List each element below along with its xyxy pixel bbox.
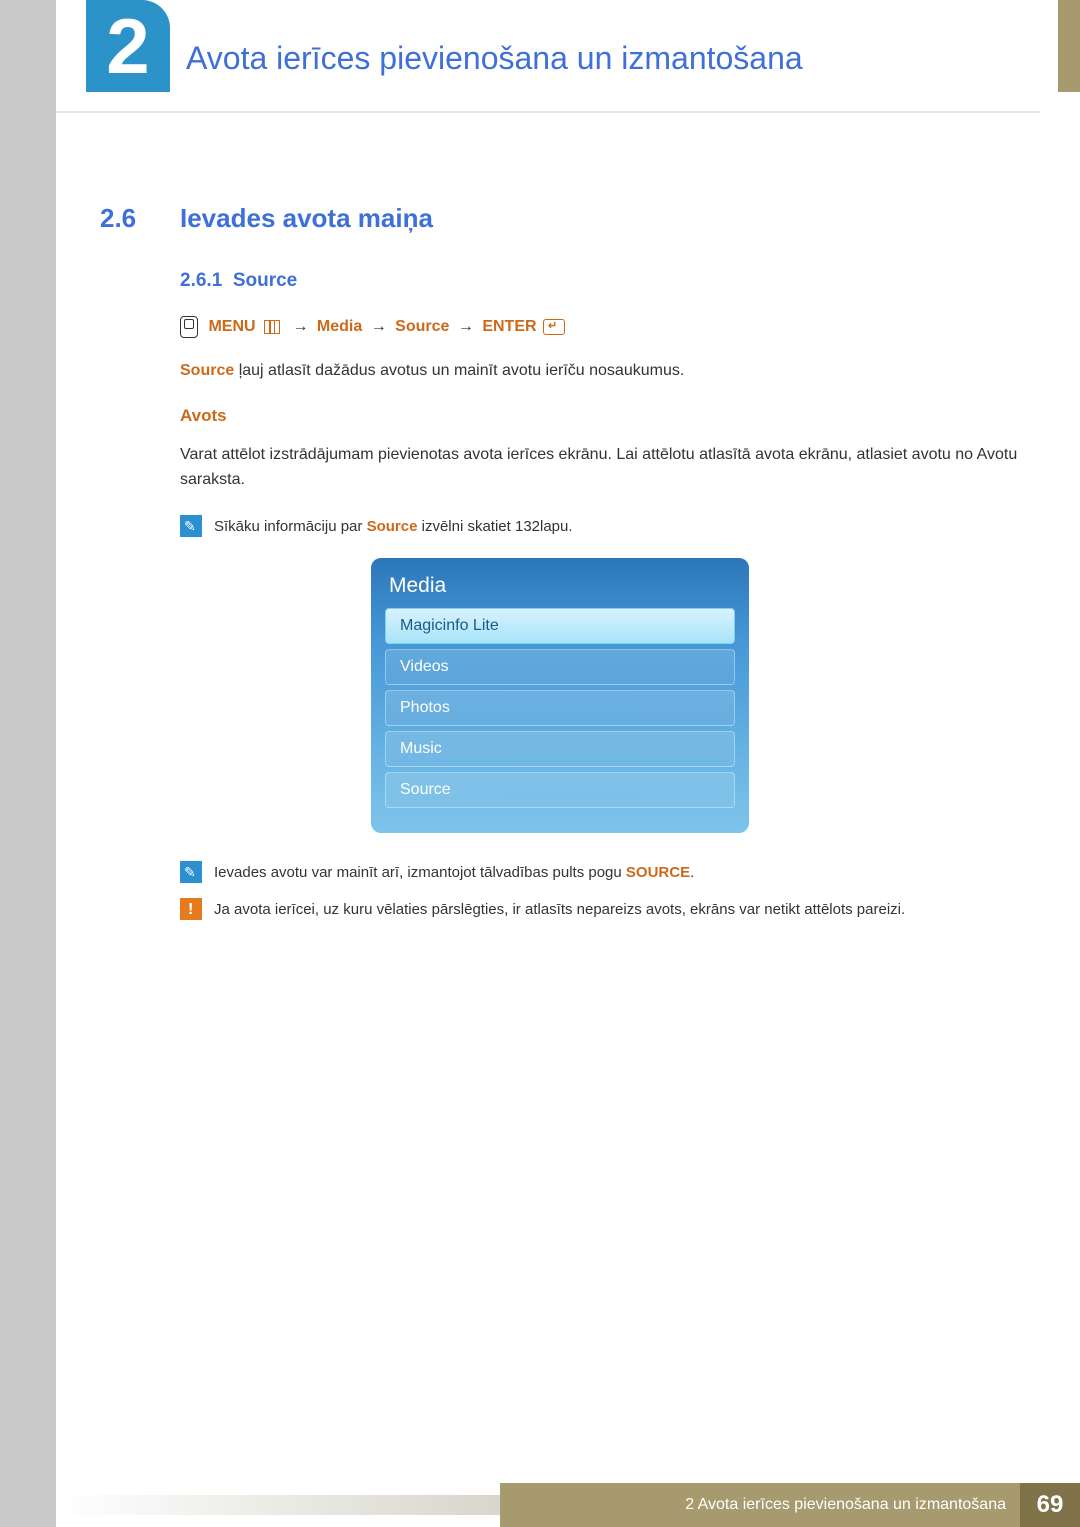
footer-chapter-text: 2 Avota ierīces pievienošana un izmantoš… [500, 1483, 1020, 1527]
warning-icon [180, 898, 202, 920]
note1-post: izvēlni skatiet 132lapu. [417, 518, 572, 535]
chapter-title: Avota ierīces pievienošana un izmantošan… [186, 18, 1080, 77]
note-info-2: Ievades avotu var mainīt arī, izmantojot… [180, 861, 1020, 884]
page-footer: 2 Avota ierīces pievienošana un izmantoš… [0, 1483, 1080, 1527]
pencil-icon [180, 861, 202, 883]
note2-pre: Ievades avotu var mainīt arī, izmantojot… [214, 864, 626, 881]
media-item-photos[interactable]: Photos [385, 690, 735, 726]
subsection-number: 2.6.1 [180, 270, 222, 291]
media-item-videos[interactable]: Videos [385, 649, 735, 685]
arrow-icon: → [292, 318, 308, 335]
avots-para: Varat attēlot izstrādājumam pievienotas … [180, 442, 1020, 493]
source-word: Source [180, 362, 234, 379]
subsection-title: Source [233, 270, 297, 291]
path-media: Media [317, 318, 362, 335]
menu-box-icon [264, 320, 280, 334]
note2-post: . [690, 864, 694, 881]
footer-gradient [56, 1495, 500, 1515]
arrow-icon: → [371, 318, 387, 335]
media-item-label: Videos [400, 658, 449, 675]
avots-heading: Avots [180, 406, 1020, 426]
note-text-1: Sīkāku informāciju par Source izvēlni sk… [214, 515, 573, 538]
media-menu-title: Media [385, 570, 735, 598]
media-menu-figure: Media Magicinfo Lite Videos Photos Music… [371, 558, 749, 833]
arrow-icon: → [458, 318, 474, 335]
media-item-label: Photos [400, 699, 450, 716]
media-item-source[interactable]: Source [385, 772, 735, 808]
note1-pre: Sīkāku informāciju par [214, 518, 367, 535]
section-title: Ievades avota maiņa [180, 203, 433, 233]
note-warning: Ja avota ierīcei, uz kuru vēlaties pārsl… [180, 898, 1020, 921]
side-stripe [0, 0, 56, 1527]
section-heading: 2.6Ievades avota maiņa [100, 203, 1020, 234]
media-item-magicinfo[interactable]: Magicinfo Lite [385, 608, 735, 644]
footer-page-number: 69 [1020, 1483, 1080, 1527]
intro-rest: ļauj atlasīt dažādus avotus un mainīt av… [234, 362, 684, 379]
path-source: Source [395, 318, 449, 335]
note2-bold: SOURCE [626, 864, 690, 881]
pencil-icon [180, 515, 202, 537]
enter-label: ENTER [482, 318, 536, 335]
page-header: 2 Avota ierīces pievienošana un izmantoš… [56, 0, 1080, 113]
note-info-1: Sīkāku informāciju par Source izvēlni sk… [180, 515, 1020, 538]
note1-bold: Source [367, 518, 418, 535]
menu-path: MENU → Media → Source → ENTER [180, 316, 1020, 338]
media-item-music[interactable]: Music [385, 731, 735, 767]
menu-label: MENU [208, 318, 255, 335]
remote-icon [180, 316, 198, 338]
chapter-number: 2 [106, 1, 149, 92]
media-item-label: Music [400, 740, 442, 757]
note-text-2: Ievades avotu var mainīt arī, izmantojot… [214, 861, 694, 884]
section-number: 2.6 [100, 203, 180, 234]
chapter-tab: 2 [86, 0, 170, 92]
footer-bar: 2 Avota ierīces pievienošana un izmantoš… [500, 1483, 1080, 1527]
enter-icon [543, 319, 565, 335]
media-item-label: Magicinfo Lite [400, 617, 499, 634]
media-item-label: Source [400, 781, 451, 798]
header-accent-bar [1058, 0, 1080, 92]
note-text-3: Ja avota ierīcei, uz kuru vēlaties pārsl… [214, 898, 905, 921]
subsection-heading: 2.6.1 Source [180, 270, 1020, 292]
content-area: 2.6Ievades avota maiņa 2.6.1 Source MENU… [100, 203, 1020, 922]
header-underline [56, 111, 1040, 113]
intro-text: Source ļauj atlasīt dažādus avotus un ma… [180, 358, 1020, 384]
